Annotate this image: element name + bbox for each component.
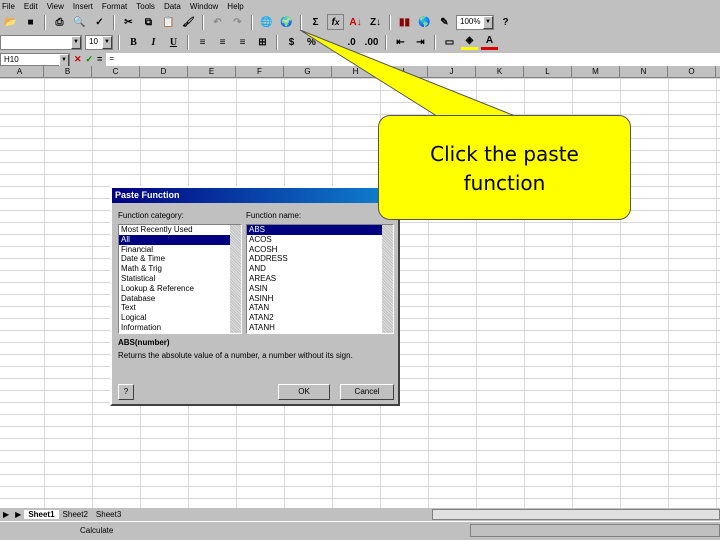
callout-pointer (299, 29, 521, 119)
instruction-callout: Click the paste function (378, 115, 631, 220)
callout-text: Click the paste function (430, 142, 579, 195)
